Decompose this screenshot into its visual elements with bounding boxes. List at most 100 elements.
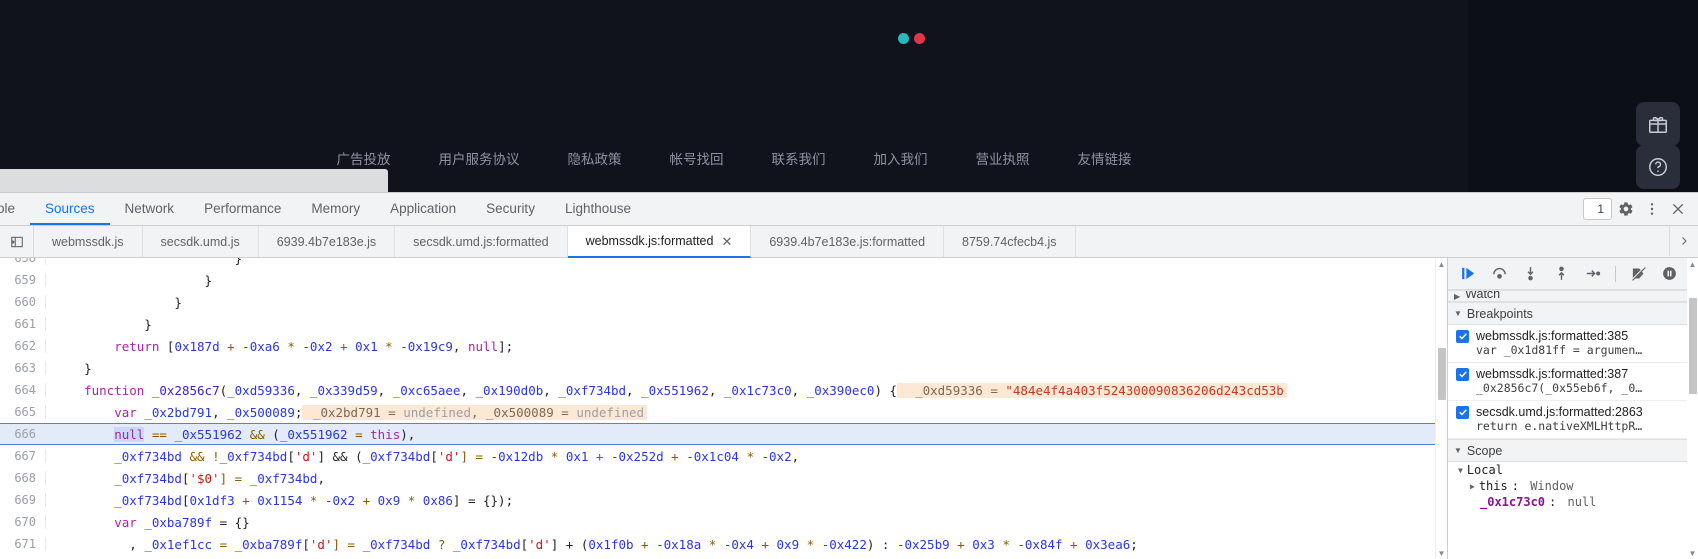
tab-memory[interactable]: Memory [296, 193, 375, 225]
breakpoint-item[interactable]: webmssdk.js:formatted:385 var _0x1d81ff … [1448, 325, 1698, 363]
file-tab-close-icon[interactable]: ✕ [721, 235, 732, 248]
toggle-navigator-panel-button[interactable] [0, 226, 34, 257]
line-number[interactable]: 664 [0, 383, 46, 397]
breakpoint-checkbox[interactable] [1456, 368, 1469, 381]
line-number[interactable]: 665 [0, 405, 46, 419]
line-number[interactable]: 666 [0, 427, 46, 441]
tab-performance[interactable]: Performance [189, 193, 296, 225]
source-editor[interactable]: 658 }659 }660 }661 }662 return [0x187d +… [0, 258, 1447, 559]
footer-link-user-agreement[interactable]: 用户服务协议 [439, 148, 520, 168]
devtools-panel: ole Sources Network Performance Memory A… [0, 192, 1698, 559]
page-footer-links: 广告投放 用户服务协议 隐私政策 帐号找回 联系我们 加入我们 营业执照 友情链… [0, 148, 1468, 168]
step-out-button[interactable] [1553, 265, 1570, 282]
section-scope[interactable]: ▼ Scope [1448, 439, 1698, 462]
file-tab-6939-js-formatted[interactable]: 6939.4b7e183e.js:formatted [751, 226, 944, 257]
editor-vertical-scrollbar[interactable]: ▲ ▼ [1435, 258, 1447, 559]
sidebar-scrollbar-thumb[interactable] [1689, 298, 1697, 394]
breakpoint-checkbox[interactable] [1456, 406, 1469, 419]
section-watch[interactable]: ▶ Watch [1448, 290, 1698, 302]
footer-link-ad[interactable]: 广告投放 [337, 148, 391, 168]
line-number[interactable]: 668 [0, 471, 46, 485]
code-line[interactable]: 669 _0xf734bd[0x1df3 + 0x1154 * -0x2 + 0… [0, 489, 1447, 511]
line-number[interactable]: 661 [0, 317, 46, 331]
footer-link-business-license[interactable]: 营业执照 [976, 148, 1030, 168]
code-line[interactable]: 663 } [0, 357, 1447, 379]
line-number[interactable]: 671 [0, 537, 46, 551]
more-options-button[interactable] [1640, 197, 1664, 221]
code-line[interactable]: 664 function _0x2856c7(_0xd59336, _0x339… [0, 379, 1447, 401]
breakpoint-checkbox[interactable] [1456, 330, 1469, 343]
section-scope-label: Scope [1467, 444, 1502, 458]
inline-value-hint: _0x2bd791 = undefined, _0x500089 = undef… [302, 405, 647, 420]
code-line[interactable]: 670 var _0xba789f = {} [0, 511, 1447, 533]
step-button[interactable] [1584, 265, 1601, 282]
deactivate-breakpoints-button[interactable] [1630, 265, 1647, 282]
code-line[interactable]: 662 return [0x187d + -0xa6 * -0x2 + 0x1 … [0, 335, 1447, 357]
breakpoint-row: webmssdk.js:formatted:387 [1456, 367, 1692, 381]
code-line[interactable]: 672 for (_0xba789f['$' + _0x1ef1cc] = _0… [0, 555, 1447, 559]
gift-icon-button[interactable] [1636, 102, 1680, 146]
scope-entry-this[interactable]: ▶ this: Window [1448, 478, 1698, 494]
help-icon-button[interactable] [1636, 145, 1680, 189]
tab-sources[interactable]: Sources [30, 193, 110, 225]
panel-toggle-icon [10, 235, 24, 249]
sidebar-vertical-scrollbar[interactable]: ▲ ▼ [1687, 258, 1698, 559]
code-line[interactable]: 667 _0xf734bd && !_0xf734bd['d'] && (_0x… [0, 445, 1447, 467]
file-tab-8759-js[interactable]: 8759.74cfecb4.js [944, 226, 1076, 257]
settings-gear-button[interactable] [1614, 197, 1638, 221]
footer-link-friendly-links[interactable]: 友情链接 [1078, 148, 1132, 168]
messages-badge[interactable]: 1 [1583, 198, 1612, 220]
code-line[interactable]: 666 null == _0x551962 && (_0x551962 = th… [0, 423, 1447, 445]
scope-entry-value: null [1567, 495, 1596, 509]
scroll-down-arrow-icon[interactable]: ▼ [1687, 547, 1698, 559]
tab-console[interactable]: ole [0, 193, 30, 225]
footer-link-account-recovery[interactable]: 帐号找回 [670, 148, 724, 168]
resume-script-execution-button[interactable] [1460, 265, 1477, 282]
scope-entry-variable[interactable]: _0x1c73c0: null [1448, 494, 1698, 510]
code-line[interactable]: 671 , _0x1ef1cc = _0xba789f['d'] = _0xf7… [0, 533, 1447, 555]
code-line[interactable]: 658 } [0, 258, 1447, 269]
step-over-button[interactable] [1491, 265, 1508, 282]
section-watch-label: Watch [1465, 290, 1500, 301]
code-line[interactable]: 660 } [0, 291, 1447, 313]
pause-on-exceptions-button[interactable] [1661, 265, 1678, 282]
file-tab-webmssdk-js-formatted[interactable]: webmssdk.js:formatted ✕ [568, 226, 752, 258]
line-number[interactable]: 667 [0, 449, 46, 463]
file-tab-webmssdk-js[interactable]: webmssdk.js [34, 226, 143, 257]
line-number[interactable]: 669 [0, 493, 46, 507]
file-tab-6939-js[interactable]: 6939.4b7e183e.js [259, 226, 395, 257]
line-number[interactable]: 663 [0, 361, 46, 375]
footer-link-privacy-policy[interactable]: 隐私政策 [568, 148, 622, 168]
code-line[interactable]: 661 } [0, 313, 1447, 335]
code-line[interactable]: 668 _0xf734bd['$0'] = _0xf734bd, [0, 467, 1447, 489]
scroll-up-arrow-icon[interactable]: ▲ [1436, 258, 1447, 270]
breakpoint-item[interactable]: webmssdk.js:formatted:387 _0x2856c7(_0x5… [1448, 363, 1698, 401]
close-devtools-button[interactable] [1666, 197, 1690, 221]
breakpoint-item[interactable]: secsdk.umd.js:formatted:2863 return e.na… [1448, 401, 1698, 439]
line-number[interactable]: 662 [0, 339, 46, 353]
scroll-up-arrow-icon[interactable]: ▲ [1687, 258, 1698, 270]
code-line[interactable]: 665 var _0x2bd791, _0x500089; _0x2bd791 … [0, 401, 1447, 423]
tab-network[interactable]: Network [110, 193, 190, 225]
line-number[interactable]: 659 [0, 273, 46, 287]
scroll-down-arrow-icon[interactable]: ▼ [1436, 547, 1447, 559]
tab-security[interactable]: Security [471, 193, 550, 225]
line-number[interactable]: 660 [0, 295, 46, 309]
file-tab-secsdk-umd-js-formatted[interactable]: secsdk.umd.js:formatted [395, 226, 567, 257]
file-tabs-overflow-button[interactable] [1669, 226, 1698, 256]
step-into-button[interactable] [1522, 265, 1539, 282]
line-number[interactable]: 670 [0, 515, 46, 529]
editor-scrollbar-thumb[interactable] [1438, 348, 1446, 400]
code-text: var _0xba789f = {} [46, 515, 250, 530]
chevron-right-icon[interactable]: ▶ [1470, 482, 1475, 491]
code-line[interactable]: 659 } [0, 269, 1447, 291]
line-number[interactable]: 658 [0, 258, 46, 265]
step-icon [1584, 265, 1601, 282]
footer-link-join-us[interactable]: 加入我们 [874, 148, 928, 168]
scope-group-local[interactable]: ▼ Local [1448, 462, 1698, 478]
footer-link-contact-us[interactable]: 联系我们 [772, 148, 826, 168]
section-breakpoints[interactable]: ▼ Breakpoints [1448, 302, 1698, 325]
tab-lighthouse[interactable]: Lighthouse [550, 193, 646, 225]
file-tab-secsdk-umd-js[interactable]: secsdk.umd.js [143, 226, 259, 257]
tab-application[interactable]: Application [375, 193, 471, 225]
